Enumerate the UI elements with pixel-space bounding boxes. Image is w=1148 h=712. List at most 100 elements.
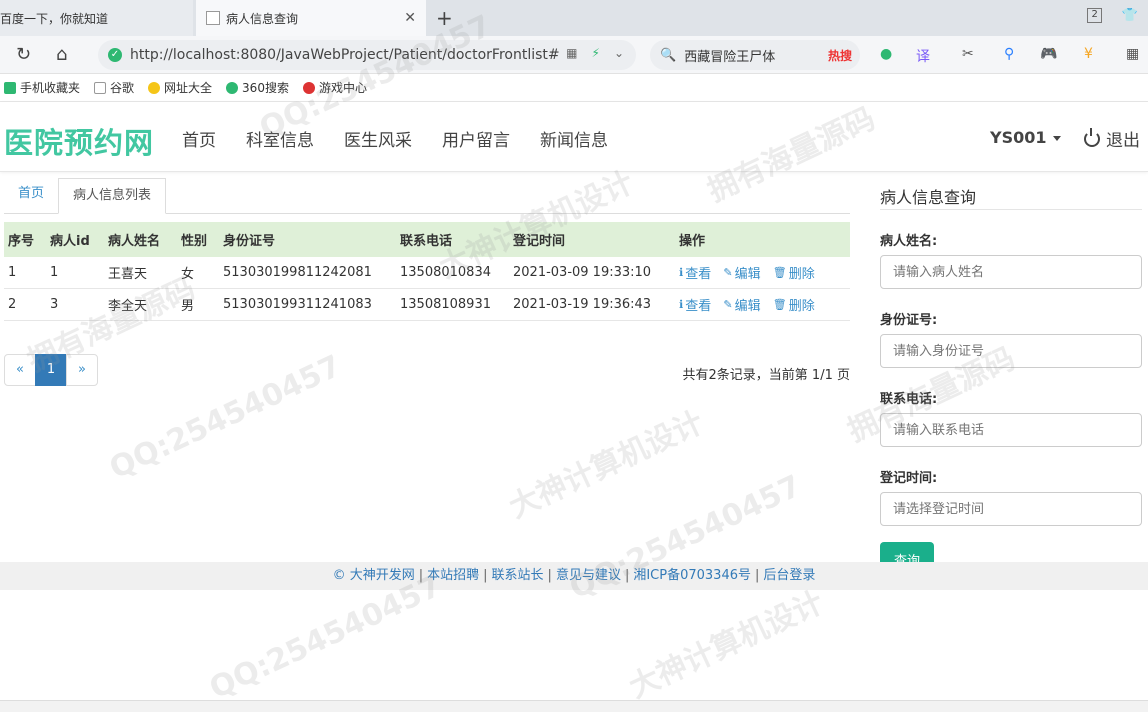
new-tab-icon[interactable]: +	[436, 6, 453, 30]
menu-item-messages[interactable]: 用户留言	[442, 126, 510, 151]
menu-item-departments[interactable]: 科室信息	[246, 126, 314, 151]
footer-separator: |	[624, 568, 630, 583]
scissors-icon[interactable]: ✂	[962, 46, 974, 62]
web-icon	[148, 81, 161, 94]
time-label: 登记时间:	[880, 471, 938, 486]
menu-item-home[interactable]: 首页	[182, 126, 216, 151]
field-group-time: 登记时间:	[880, 467, 1142, 526]
page-1-button[interactable]: 1	[35, 354, 67, 386]
browser-tab-baidu[interactable]: 百度一下，你就知道	[0, 0, 193, 36]
home-icon[interactable]: ⌂	[56, 44, 67, 65]
grid-menu-icon[interactable]: ▦	[1126, 46, 1139, 62]
table-row: 2 3 李全天 男 513030199311241083 13508108931…	[4, 288, 850, 321]
menu-item-doctors[interactable]: 医生风采	[344, 126, 412, 151]
patient-list-panel: 首页 病人信息列表 序号 病人id 病人姓名 性别 身份证号 联系电话 登记时间…	[4, 178, 850, 321]
site-footer: © 大神开发网 | 本站招聘 | 联系站长 | 意见与建议 | 湘ICP备0703346号 | 后台…	[0, 562, 1148, 590]
phone-icon	[4, 81, 16, 94]
bookmark-google[interactable]: 谷歌	[94, 79, 134, 96]
next-page-button[interactable]: »	[66, 354, 98, 386]
view-label: 查看	[685, 267, 712, 282]
translate-icon[interactable]: 译	[916, 46, 930, 66]
breadcrumb: 首页 病人信息列表	[4, 178, 850, 214]
close-tab-icon[interactable]: ✕	[404, 10, 416, 26]
col-patient-name: 病人姓名	[108, 234, 161, 249]
secure-shield-icon: ✓	[108, 48, 122, 62]
info-icon: ℹ	[679, 298, 684, 311]
hot-search-badge[interactable]: 热搜	[828, 47, 852, 64]
menu-item-news[interactable]: 新闻信息	[540, 126, 608, 151]
delete-label: 删除	[788, 299, 815, 314]
cell-id-card: 513030199811242081	[219, 257, 396, 289]
user-dropdown[interactable]: YS001	[990, 128, 1061, 147]
bookmark-sites[interactable]: 网址大全	[148, 79, 212, 96]
footer-link-feedback[interactable]: 意见与建议	[556, 568, 621, 583]
search-360-icon	[226, 81, 239, 94]
footer-link-copyright[interactable]: © 大神开发网	[333, 568, 415, 583]
view-button[interactable]: ℹ 查看	[679, 295, 711, 314]
watermark-text: 大神计算机设计	[623, 584, 830, 706]
cell-patient-id: 1	[46, 257, 104, 289]
logout-button[interactable]: 退出	[1084, 126, 1140, 151]
bookmark-mobile[interactable]: 手机收藏夹	[4, 79, 80, 96]
edit-label: 编辑	[734, 267, 761, 282]
field-group-phone: 联系电话:	[880, 388, 1142, 447]
table-row: 1 1 王喜天 女 513030199811242081 13508010834…	[4, 257, 850, 289]
site-brand[interactable]: 医院预约网	[4, 120, 154, 162]
search-form-title: 病人信息查询	[880, 178, 1142, 210]
footer-link-jobs[interactable]: 本站招聘	[427, 568, 479, 583]
delete-button[interactable]: 🗑 删除	[773, 263, 815, 282]
cell-actions: ℹ 查看 ✎ 编辑 🗑 删除	[675, 288, 850, 321]
field-group-name: 病人姓名:	[880, 230, 1142, 289]
tab-count-badge[interactable]: 2	[1087, 8, 1102, 23]
lightning-icon[interactable]: ⚡	[592, 46, 600, 60]
edit-button[interactable]: ✎ 编辑	[723, 295, 760, 314]
power-icon	[1084, 127, 1100, 147]
cell-phone: 13508010834	[396, 257, 509, 289]
shirt-icon[interactable]: 👕	[1122, 8, 1138, 23]
col-index: 序号	[8, 234, 35, 249]
patient-table: 序号 病人id 病人姓名 性别 身份证号 联系电话 登记时间 操作 1 1 王喜…	[4, 222, 850, 321]
col-patient-id: 病人id	[50, 234, 90, 249]
bookmark-games[interactable]: 游戏中心	[302, 79, 367, 96]
info-icon: ℹ	[679, 266, 684, 279]
magnifier-icon[interactable]: ⚲	[1004, 46, 1014, 62]
page-icon	[94, 81, 107, 94]
game-icon[interactable]: 🎮	[1040, 46, 1057, 62]
breadcrumb-home[interactable]: 首页	[4, 177, 58, 213]
view-label: 查看	[685, 299, 712, 314]
phone-input[interactable]	[880, 413, 1142, 447]
edit-button[interactable]: ✎ 编辑	[723, 263, 760, 282]
qr-icon[interactable]: ▦	[566, 46, 577, 60]
id-card-input[interactable]	[880, 334, 1142, 368]
footer-link-icp[interactable]: 湘ICP备0703346号	[633, 568, 751, 583]
register-time-input[interactable]	[880, 492, 1142, 526]
patient-name-input[interactable]	[880, 255, 1142, 289]
footer-link-contact[interactable]: 联系站长	[492, 568, 544, 583]
view-button[interactable]: ℹ 查看	[679, 263, 711, 282]
field-group-card: 身份证号:	[880, 309, 1142, 368]
cell-index: 1	[4, 257, 46, 289]
footer-link-admin[interactable]: 后台登录	[763, 568, 815, 583]
phone-label: 联系电话:	[880, 392, 938, 407]
window-controls: 2 👕	[1087, 8, 1148, 23]
chevron-down-icon[interactable]: ⌄	[614, 46, 624, 60]
search-text: 西藏冒险王尸体	[684, 49, 776, 65]
delete-button[interactable]: 🗑 删除	[773, 295, 815, 314]
cell-id-card: 513030199311241083	[219, 288, 396, 321]
cell-register-time: 2021-03-09 19:33:10	[509, 257, 675, 289]
browser-tab-bar: 百度一下，你就知道 病人信息查询 ✕ + 2 👕	[0, 0, 1148, 36]
bookmark-360[interactable]: 360搜索	[226, 79, 289, 96]
cell-index: 2	[4, 288, 46, 321]
col-phone: 联系电话	[400, 234, 453, 249]
logout-label: 退出	[1106, 131, 1140, 151]
url-field[interactable]: ✓ http://localhost:8080/JavaWebProject/P…	[98, 40, 636, 70]
bookmark-label: 360搜索	[242, 81, 289, 95]
col-id-card: 身份证号	[223, 234, 276, 249]
footer-separator: |	[755, 568, 760, 583]
coin-icon[interactable]: ¥	[1084, 46, 1093, 62]
browser-search-field[interactable]: 🔍 西藏冒险王尸体 热搜	[650, 40, 860, 70]
extension-chat-icon[interactable]: ●	[880, 46, 892, 62]
prev-page-button[interactable]: «	[4, 354, 36, 386]
browser-tab-patient-query[interactable]: 病人信息查询 ✕	[196, 0, 426, 36]
reload-icon[interactable]: ↻	[16, 44, 31, 65]
